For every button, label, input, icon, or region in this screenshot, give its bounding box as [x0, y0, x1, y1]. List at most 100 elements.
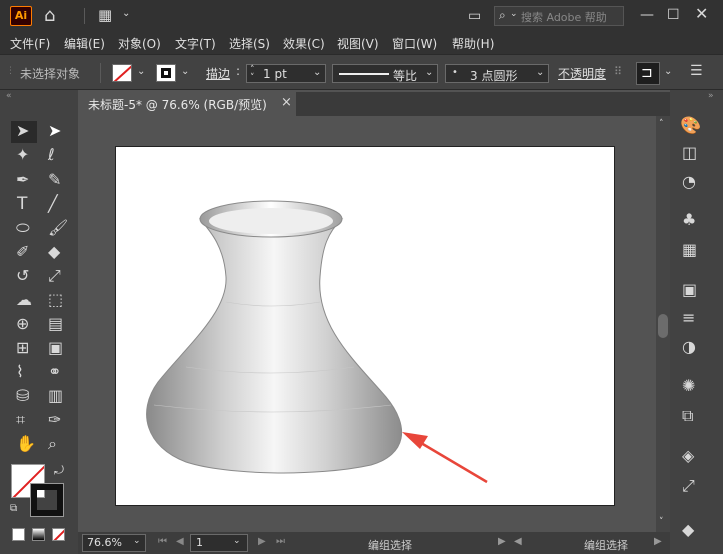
stepper-icon[interactable]: ˄ ˅ [250, 66, 255, 83]
vertical-scrollbar[interactable]: ˄ ˅ [656, 116, 670, 532]
stroke-panel-icon[interactable]: ≡ [682, 310, 695, 326]
symbol-sprayer-icon[interactable]: ⛁ [16, 388, 29, 404]
export-icon[interactable]: ⧉ [682, 408, 693, 424]
chevron-down-icon[interactable]: ⌄ [664, 67, 672, 77]
close-icon[interactable]: ✕ [695, 6, 708, 22]
stroke-color-box[interactable] [30, 483, 64, 517]
status-menu-icon[interactable]: ▶ [498, 537, 506, 547]
none-mode-button[interactable] [52, 528, 65, 541]
align-button[interactable]: ⊐ [636, 62, 660, 85]
hand-icon[interactable]: ✋ [16, 436, 36, 452]
collapse-icon[interactable]: « [6, 92, 12, 101]
swatches-icon[interactable]: ▦ [682, 242, 697, 258]
panel-toggle-icon[interactable]: ▭ [468, 9, 481, 23]
menu-edit[interactable]: 编辑(E) [64, 35, 105, 52]
brush-dropdown[interactable]: • 3 点圆形 ⌄ [445, 64, 549, 83]
column-graph-icon[interactable]: ▥ [48, 388, 63, 404]
stroke-inner-icon [161, 68, 171, 78]
scroll-right-icon[interactable]: ▶ [654, 537, 662, 547]
menu-effect[interactable]: 效果(C) [283, 35, 325, 52]
color-wheel-icon[interactable]: ◔ [682, 174, 696, 190]
pen-icon[interactable]: ✒ [16, 172, 29, 188]
home-icon[interactable]: ⌂ [44, 7, 55, 25]
scroll-up-icon[interactable]: ˄ [659, 120, 664, 129]
close-tab-icon[interactable]: × [281, 95, 292, 110]
last-artboard-icon[interactable]: ⏭ [276, 537, 285, 547]
zoom-icon[interactable]: ⌕ [48, 436, 57, 452]
stroke-profile-dropdown[interactable]: 等比 ⌄ [332, 64, 438, 83]
transparency-icon[interactable]: ◑ [682, 339, 696, 355]
ellipse-icon[interactable]: ⬭ [16, 220, 30, 236]
symbols-icon[interactable]: ♣ [682, 212, 696, 228]
libraries-icon[interactable]: ◆ [682, 522, 694, 538]
swap-colors-icon[interactable]: ⤾ [54, 464, 64, 476]
chevron-down-icon[interactable]: ⌄ [181, 67, 189, 77]
artboard[interactable] [115, 146, 615, 506]
warp-icon[interactable]: ☁ [16, 292, 32, 308]
next-artboard-icon[interactable]: ▶ [258, 537, 266, 547]
stroke-weight-field[interactable]: ˄ ˅ 1 pt ⌄ [246, 64, 326, 83]
blend-icon[interactable]: ⚭ [48, 364, 61, 380]
stroke-swatch[interactable] [156, 64, 176, 82]
gradient-icon[interactable]: ▣ [48, 340, 63, 356]
layers-stack-icon[interactable]: ◈ [682, 448, 694, 464]
line-segment-icon[interactable]: ╱ [48, 196, 58, 212]
menu-file[interactable]: 文件(F) [10, 35, 50, 52]
shape-builder-icon[interactable]: ⊕ [16, 316, 29, 332]
artboards-panel-icon[interactable]: ⤢ [682, 478, 695, 494]
eraser-icon[interactable]: ◆ [48, 244, 60, 260]
scroll-left-icon[interactable]: ◀ [514, 537, 522, 547]
grip-icon: ⋮ [6, 66, 15, 76]
align-icon: ⊐ [641, 65, 653, 81]
menu-help[interactable]: 帮助(H) [452, 35, 494, 52]
magic-wand-icon[interactable]: ✦ [16, 147, 29, 163]
search-box[interactable]: ⌕ ⌄ 搜索 Adobe 帮助 [494, 6, 624, 26]
grid-dots-icon[interactable]: ⠿ [614, 66, 622, 77]
chevron-down-icon: ⌄ [536, 67, 545, 78]
curvature-icon[interactable]: ✎ [48, 172, 61, 188]
eyedropper-icon[interactable]: ⌇ [16, 364, 24, 380]
stroke-label[interactable]: 描边 [206, 65, 230, 82]
menu-type[interactable]: 文字(T) [175, 35, 216, 52]
previous-artboard-icon[interactable]: ◀ [176, 537, 184, 547]
paintbrush-icon[interactable]: 🖌 [48, 220, 68, 236]
layers-panel-icon[interactable]: ◫ [682, 145, 697, 161]
menu-select[interactable]: 选择(S) [229, 35, 270, 52]
chevron-down-icon[interactable]: ⌄ [137, 67, 145, 77]
type-icon[interactable]: T [17, 196, 27, 213]
scroll-down-icon[interactable]: ˅ [659, 518, 664, 527]
expand-icon[interactable]: » [708, 92, 714, 101]
document-tab[interactable]: 未标题-5* @ 76.6% (RGB/预览) × [78, 92, 296, 116]
first-artboard-icon[interactable]: ⏮ [158, 537, 167, 547]
slice-icon[interactable]: ✑ [48, 412, 61, 428]
lasso-icon[interactable]: ℓ [48, 147, 55, 163]
menu-window[interactable]: 窗口(W) [392, 35, 437, 52]
artboard-number-dropdown[interactable]: 1 ⌄ [190, 534, 248, 552]
maximize-icon[interactable]: ☐ [667, 8, 680, 22]
gradient-mode-button[interactable] [32, 528, 45, 541]
menu-object[interactable]: 对象(O) [118, 35, 161, 52]
zoom-dropdown[interactable]: 76.6% ⌄ [82, 534, 146, 552]
vase-artwork[interactable] [116, 147, 616, 507]
perspective-grid-icon[interactable]: ▤ [48, 316, 63, 332]
color-mode-button[interactable] [12, 528, 25, 541]
appearance-icon[interactable]: ✺ [682, 378, 695, 394]
default-colors-icon[interactable]: ⧉ [10, 504, 17, 514]
gradient-panel-icon[interactable]: ▣ [682, 282, 697, 298]
menu-list-icon[interactable]: ☰ [690, 64, 703, 78]
scroll-thumb[interactable] [658, 314, 668, 338]
fill-swatch[interactable] [112, 64, 132, 82]
artboard-icon[interactable]: ⌗ [16, 412, 25, 428]
shaper-icon[interactable]: ✐ [16, 244, 29, 260]
mesh-icon[interactable]: ⊞ [16, 340, 29, 356]
scale-icon[interactable]: ⤢ [48, 268, 61, 284]
color-guide-icon[interactable]: 🎨 [680, 118, 701, 135]
direct-selection-icon[interactable]: ➤ [48, 123, 61, 139]
free-transform-icon[interactable]: ⬚ [48, 292, 63, 308]
menu-view[interactable]: 视图(V) [337, 35, 379, 52]
chevron-down-icon[interactable]: ⌄ [122, 9, 130, 19]
minimize-icon[interactable]: — [640, 8, 654, 22]
opacity-label[interactable]: 不透明度 [558, 65, 606, 82]
workspace-layout-icon[interactable]: ▦ [98, 8, 112, 23]
rotate-icon[interactable]: ↺ [16, 268, 29, 284]
